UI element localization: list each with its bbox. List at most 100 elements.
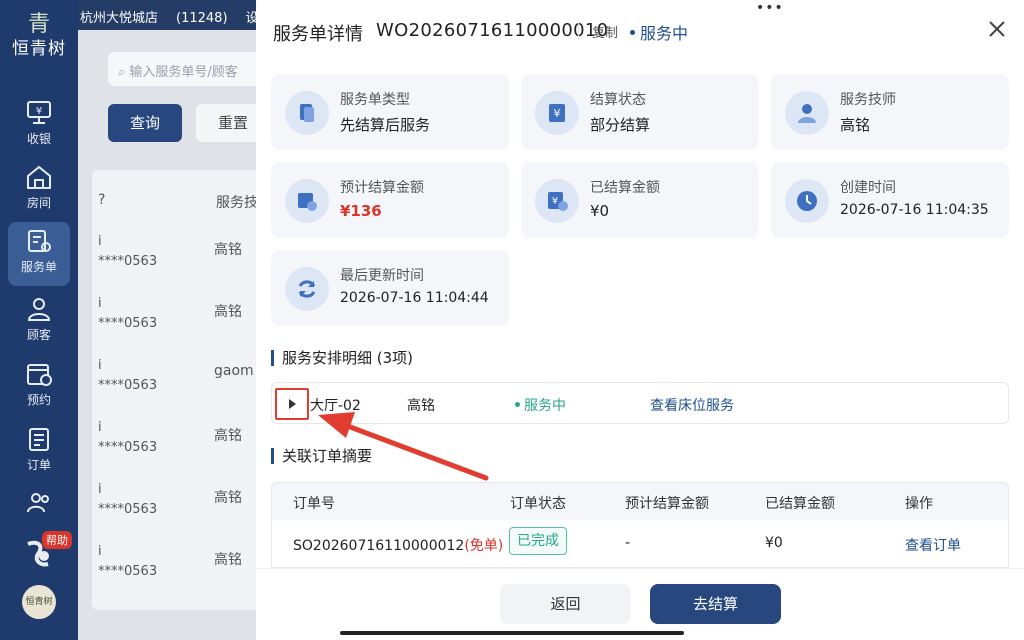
info-card-settlement-status: ¥ 结算状态 部分结算 (521, 74, 759, 150)
status-dot (515, 401, 520, 407)
sidebar-item-orders[interactable]: 订单 (8, 420, 70, 484)
info-card-settled-amount: ¥ 已结算金额 ¥0 (521, 162, 759, 238)
svg-text:¥: ¥ (552, 196, 558, 207)
card-value: 2026-07-16 11:04:35 (840, 202, 989, 218)
refresh-icon (285, 267, 329, 311)
order-number-cell: SO20260716110000012(免单) (293, 538, 504, 554)
drawer-footer: 返回 去结算 (256, 568, 1024, 640)
card-label: 创建时间 (840, 180, 896, 196)
home-icon (27, 165, 51, 189)
go-settle-button[interactable]: 去结算 (650, 584, 781, 624)
free-order-tag: (免单) (464, 538, 504, 554)
table-header: 订单号 订单状态 预计结算金额 已结算金额 操作 (272, 483, 1008, 520)
help-badge[interactable]: 帮助 (42, 531, 72, 549)
card-label: 最后更新时间 (340, 268, 424, 284)
sidebar-item-appointments[interactable]: 预约 (8, 355, 70, 419)
card-value: 先结算后服务 (340, 116, 431, 134)
back-button[interactable]: 返回 (500, 584, 631, 624)
table-row[interactable]: i ****0563 高铭 (98, 296, 258, 356)
table-row[interactable]: i ****0563 高铭 (98, 544, 258, 604)
tree-icon: 青 (27, 12, 50, 37)
search-placeholder: 输入服务单号/顾客 (129, 65, 238, 80)
drawer-content[interactable]: 服务单类型 先结算后服务 ¥ 结算状态 部分结算 服务技师 高铭 预计结算金额 … (256, 58, 1024, 568)
table-row[interactable]: i ****0563 gaom (98, 358, 258, 418)
card-label: 预计结算金额 (340, 180, 424, 196)
card-value: ¥136 (340, 202, 382, 220)
column-header: 已结算金额 (765, 496, 835, 512)
orders-section-title: 关联订单摘要 (271, 448, 372, 464)
service-order-drawer: ••• 服务单详情 WO20260716110000010 复制 服务中 服务单… (256, 0, 1024, 640)
status-badge: 服务中 (630, 20, 688, 44)
card-value: 部分结算 (590, 116, 651, 134)
column-header: 服务技 (216, 195, 258, 211)
info-card-created-time: 创建时间 2026-07-16 11:04:35 (771, 162, 1009, 238)
orders-table: 订单号 订单状态 预计结算金额 已结算金额 操作 SO2026071611000… (271, 482, 1009, 568)
arrangement-status: 服务中 (515, 395, 566, 415)
view-bed-service-link[interactable]: 查看床位服务 (650, 395, 734, 415)
document-icon (285, 91, 329, 135)
copy-button[interactable]: 复制 (592, 22, 618, 41)
svg-text:¥: ¥ (36, 106, 42, 117)
card-value: 2026-07-16 11:04:44 (340, 290, 489, 306)
search-icon: ⌕ (118, 65, 126, 80)
status-text: 服务中 (640, 24, 689, 43)
sidebar-item-label: 服务单 (20, 260, 57, 274)
caret-right-icon (289, 399, 296, 409)
card-label: 服务技师 (840, 92, 896, 108)
sidebar-item-label: 收银 (26, 132, 51, 146)
column-header: 操作 (905, 496, 933, 512)
service-order-icon (28, 230, 51, 252)
sidebar-item-label: 顾客 (26, 328, 51, 342)
view-order-link[interactable]: 查看订单 (905, 535, 961, 555)
info-card-estimated-amount: 预计结算金额 ¥136 (271, 162, 509, 238)
cashier-monitor-icon: ¥ (27, 101, 51, 124)
technician-icon (785, 91, 829, 135)
mini-brand-logo: 恒青树 (22, 585, 56, 619)
estimated-amount-cell: - (625, 535, 631, 551)
arrangement-row[interactable]: 大厅-02 高铭 服务中 查看床位服务 (271, 382, 1009, 424)
table-row[interactable]: i ****0563 高铭 (98, 234, 258, 294)
table-row[interactable]: i ****0563 高铭 (98, 482, 258, 542)
arrangement-section-title: 服务安排明细 (3项) (271, 350, 413, 366)
store-code: (11248) (176, 11, 228, 26)
close-icon[interactable] (986, 18, 1008, 40)
sidebar-item-rooms[interactable]: 房间 (8, 158, 70, 222)
sidebar-item-cashier[interactable]: ¥ 收银 (8, 94, 70, 158)
drawer-title: 服务单详情 (273, 24, 363, 45)
card-value: 高铭 (840, 116, 871, 134)
card-label: 服务单类型 (340, 92, 410, 108)
sidebar-item-label: 预约 (26, 393, 51, 407)
table-row[interactable]: i ****0563 高铭 (98, 420, 258, 480)
column-header: 预计结算金额 (625, 496, 709, 512)
sidebar: 青 恒青树 ¥ 收银 房间 服务单 顾客 预约 订单 帮助 恒青树 (0, 0, 78, 640)
sidebar-item-service-orders[interactable]: 服务单 (8, 222, 70, 286)
sidebar-item-label: 订单 (26, 458, 51, 472)
query-button[interactable]: 查询 (108, 104, 182, 142)
service-order-number: WO20260716110000010 (376, 20, 609, 41)
column-header-icon: ? (98, 192, 106, 208)
order-list-icon (29, 428, 49, 451)
sidebar-item-customers[interactable]: 顾客 (8, 290, 70, 354)
technician-name: 高铭 (407, 398, 435, 414)
card-label: 已结算金额 (590, 180, 660, 196)
card-label: 结算状态 (590, 92, 646, 108)
info-card-updated-time: 最后更新时间 2026-07-16 11:04:44 (271, 250, 509, 326)
drawer-grip[interactable]: ••• (756, 1, 783, 15)
sidebar-item-label: 房间 (26, 196, 51, 210)
group-icon (27, 493, 49, 513)
column-header: 订单状态 (510, 496, 566, 512)
divider (578, 22, 579, 40)
info-card-technician: 服务技师 高铭 (771, 74, 1009, 150)
svg-text:¥: ¥ (554, 107, 561, 120)
order-status-badge: 已完成 (509, 527, 567, 555)
user-icon (27, 298, 51, 321)
expand-toggle[interactable] (275, 388, 309, 420)
store-name: 杭州大悦城店 (80, 11, 159, 26)
brand-logo: 青 恒青树 (0, 14, 78, 60)
yen-receipt-icon: ¥ (535, 91, 579, 135)
calendar-icon (27, 364, 52, 386)
brand-name: 恒青树 (12, 39, 66, 59)
clock-icon (785, 179, 829, 223)
settled-amount-cell: ¥0 (765, 535, 783, 551)
info-card-service-type: 服务单类型 先结算后服务 (271, 74, 509, 150)
